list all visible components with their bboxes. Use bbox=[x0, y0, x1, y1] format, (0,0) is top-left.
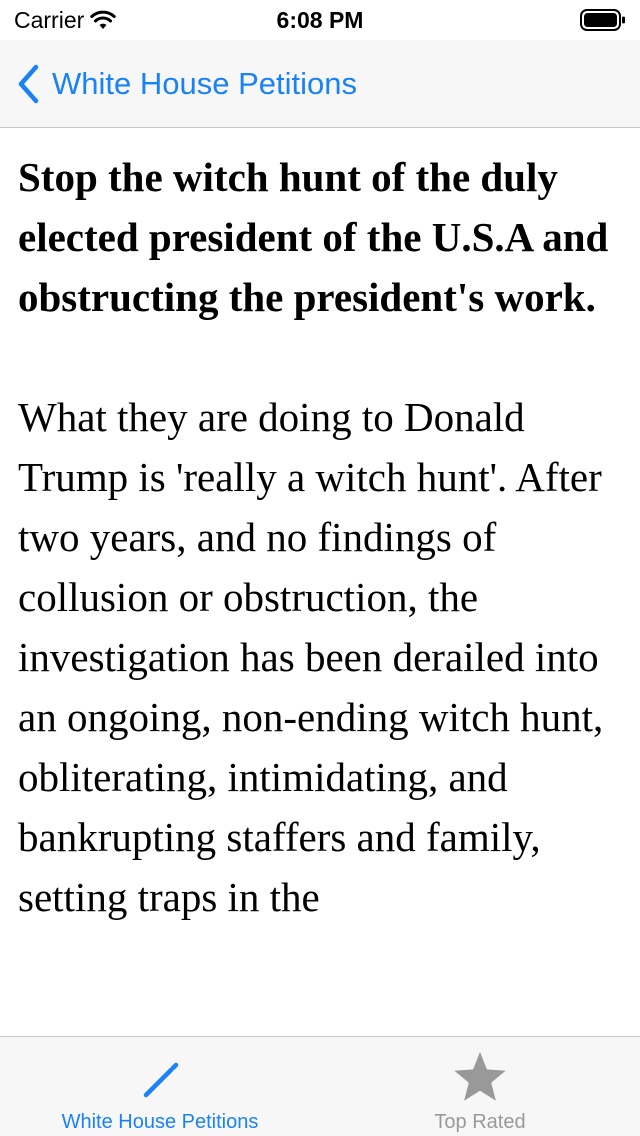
back-button[interactable]: White House Petitions bbox=[16, 64, 357, 104]
tab-label: White House Petitions bbox=[61, 1111, 259, 1133]
chevron-left-icon bbox=[18, 64, 39, 104]
back-button-label: White House Petitions bbox=[52, 66, 357, 101]
status-bar: Carrier 6:08 PM bbox=[0, 0, 640, 40]
tab-white-house-petitions[interactable]: White House Petitions bbox=[0, 1037, 320, 1136]
tab-label: Top Rated bbox=[434, 1111, 526, 1133]
status-time: 6:08 PM bbox=[276, 7, 364, 33]
tab-top-rated[interactable]: Top Rated bbox=[320, 1037, 640, 1136]
tab-bar: White House Petitions Top Rated bbox=[0, 1036, 640, 1136]
pencil-icon bbox=[143, 1062, 179, 1098]
petition-body: What they are doing to Donald Trump is '… bbox=[18, 394, 604, 920]
petition-detail[interactable]: Stop the witch hunt of the duly elected … bbox=[0, 129, 640, 1036]
star-icon bbox=[454, 1052, 506, 1101]
navigation-bar: White House Petitions bbox=[0, 40, 640, 128]
battery-icon bbox=[580, 9, 625, 31]
petition-title: Stop the witch hunt of the duly elected … bbox=[18, 154, 609, 320]
